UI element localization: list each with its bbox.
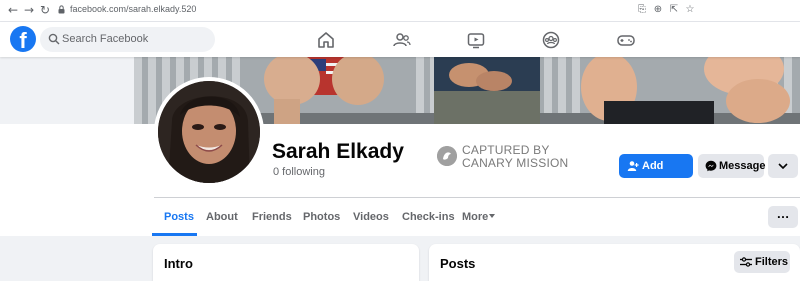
forward-arrow-icon[interactable]: → <box>22 3 36 17</box>
active-tab-indicator <box>152 233 197 236</box>
zoom-icon[interactable]: ⊕ <box>652 4 664 16</box>
message-label: Message <box>719 160 766 172</box>
back-arrow-icon[interactable]: ← <box>6 3 20 17</box>
tab-videos[interactable]: Videos <box>353 211 389 223</box>
profile-name: Sarah Elkady <box>272 140 404 163</box>
watermark-line-1: CAPTURED BY <box>462 143 550 157</box>
gaming-icon[interactable] <box>616 30 636 50</box>
caret-down-icon <box>489 214 495 218</box>
messenger-icon <box>705 160 717 172</box>
intro-title: Intro <box>164 256 193 271</box>
tab-more[interactable]: More <box>462 211 488 223</box>
tab-check-ins[interactable]: Check-ins <box>402 211 455 223</box>
friends-icon[interactable] <box>392 30 412 50</box>
watch-icon[interactable] <box>466 30 486 50</box>
search-placeholder: Search Facebook <box>62 33 149 45</box>
search-icon <box>48 33 60 45</box>
tab-friends[interactable]: Friends <box>252 211 292 223</box>
reload-icon[interactable]: ↻ <box>38 3 52 17</box>
tab-posts[interactable]: Posts <box>164 211 194 223</box>
tab-about[interactable]: About <box>206 211 238 223</box>
more-options-button[interactable] <box>768 154 798 178</box>
filters-label: Filters <box>755 256 789 268</box>
share-icon[interactable]: ⇱ <box>668 4 680 16</box>
search-input[interactable]: Search Facebook <box>40 27 215 52</box>
canary-bird-icon <box>437 146 457 166</box>
url-text[interactable]: facebook.com/sarah.elkady.520 <box>70 4 196 14</box>
facebook-header: f Search Facebook <box>0 22 800 57</box>
intro-card: Intro <box>153 244 419 281</box>
canary-mission-watermark: CAPTURED BY CANARY MISSION <box>437 143 577 173</box>
ellipsis-menu-button[interactable]: … <box>768 206 798 228</box>
profile-divider <box>154 197 800 198</box>
following-count[interactable]: 0 following <box>273 166 325 178</box>
filters-icon <box>740 257 752 267</box>
groups-icon[interactable] <box>541 30 561 50</box>
home-icon[interactable] <box>316 30 336 50</box>
avatar-image <box>158 81 260 183</box>
profile-picture[interactable] <box>154 77 264 187</box>
chevron-down-icon <box>778 163 788 169</box>
add-friend-icon <box>627 161 639 171</box>
facebook-logo[interactable]: f <box>10 26 36 52</box>
posts-title: Posts <box>440 256 476 271</box>
filters-button[interactable]: Filters <box>734 251 790 273</box>
add-friend-button[interactable]: Add friend <box>619 154 693 196</box>
tab-photos[interactable]: Photos <box>303 211 340 223</box>
lock-icon <box>58 5 65 14</box>
message-button[interactable]: Message <box>698 154 766 178</box>
bookmark-star-icon[interactable]: ☆ <box>684 4 696 16</box>
save-page-icon[interactable]: ⎘ <box>636 4 648 16</box>
browser-address-bar: ← → ↻ facebook.com/sarah.elkady.520 ⎘ ⊕ … <box>0 0 800 22</box>
watermark-line-2: CANARY MISSION <box>462 156 569 170</box>
add-friend-label: Add friend <box>642 160 673 196</box>
posts-card: Posts Filters <box>429 244 800 281</box>
